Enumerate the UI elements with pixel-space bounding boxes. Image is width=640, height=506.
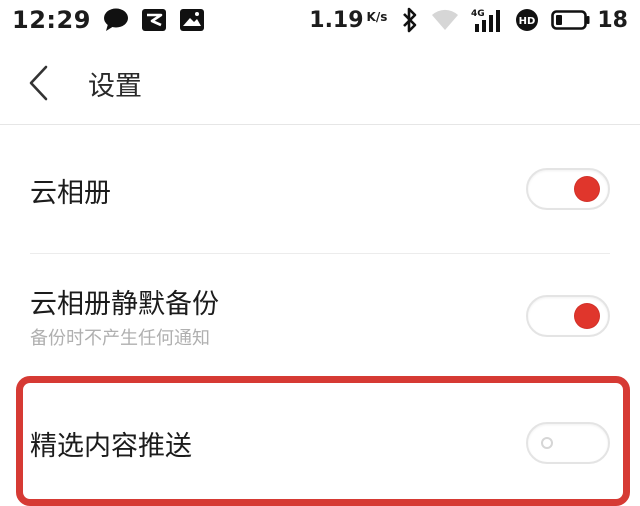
hd-icon: HD [515,8,539,32]
toggle-knob [575,177,599,201]
setting-label: 云相册静默备份 [30,289,219,320]
page-title: 设置 [88,71,142,102]
silent-backup-toggle[interactable] [526,295,610,337]
network-speed: 1.19 K/s [309,8,387,33]
status-time: 12:29 [12,6,91,34]
network-speed-value: 1.19 [309,7,364,33]
toggle-knob [575,304,599,328]
image-icon [179,8,205,32]
network-type-label: 4G [471,9,485,19]
chevron-left-icon [29,65,48,101]
cloud-album-toggle[interactable] [526,168,610,210]
setting-label: 云相册 [30,178,111,209]
bluetooth-icon [401,7,419,33]
message-icon [103,8,129,32]
status-bar: 12:29 1.19 K/s 4G HD 18 [0,0,640,40]
back-button[interactable] [26,64,52,102]
status-bar-right: 1.19 K/s 4G HD 18 [309,7,628,33]
status-bar-left: 12:29 [12,6,217,34]
battery-percent: 18 [597,7,628,33]
setting-row-silent-backup[interactable]: 云相册静默备份 备份时不产生任何通知 [0,254,640,374]
setting-subtitle: 备份时不产生任何通知 [30,328,210,349]
battery-icon [551,9,591,31]
page-header: 设置 [0,44,640,122]
wifi-icon [431,8,459,32]
app-icon [141,8,167,32]
highlight-box [16,376,630,506]
signal-4g-icon: 4G [471,7,503,33]
hd-label: HD [519,16,536,27]
setting-row-cloud-album[interactable]: 云相册 [0,125,640,253]
network-speed-unit: K/s [366,9,388,24]
